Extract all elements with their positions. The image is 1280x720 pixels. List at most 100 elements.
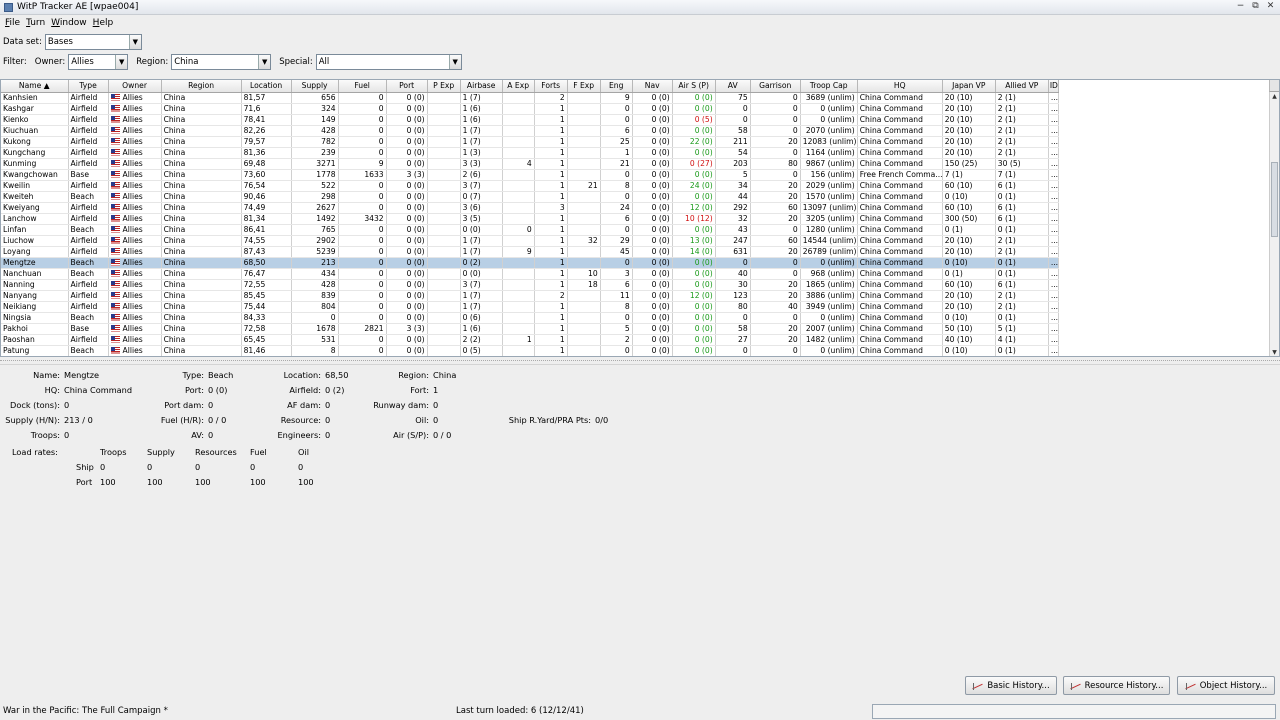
col-header-owner[interactable]: Owner — [108, 80, 162, 93]
col-header-forts[interactable]: Forts — [534, 80, 568, 93]
cell-port: 0 (0) — [386, 224, 428, 236]
col-header-port[interactable]: Port — [386, 80, 428, 93]
dataset-select[interactable]: Bases ▼ — [44, 34, 142, 50]
menu-file[interactable]: File — [5, 18, 20, 28]
col-header-nav[interactable]: Nav — [632, 80, 673, 93]
cell-type: Beach — [68, 356, 108, 357]
cell-a-exp — [502, 180, 535, 192]
table-row[interactable]: Pakhoi Base Allies China 72,58 1678 2821 3 (3) 1… — [1, 323, 1060, 335]
col-header-air-s[interactable]: Air S (P) — [672, 80, 716, 93]
cell-id: ... — [1048, 114, 1060, 126]
object-history-button[interactable]: Object History... — [1177, 676, 1275, 695]
region-select[interactable]: China ▼ — [171, 54, 272, 70]
cell-id: ... — [1048, 202, 1060, 214]
resource-history-button[interactable]: Resource History... — [1063, 676, 1170, 695]
cell-fuel: 0 — [338, 312, 387, 324]
basic-history-button[interactable]: Basic History... — [965, 676, 1057, 695]
table-row[interactable]: Lanchow Airfield Allies China 81,34 1492 3432 0… — [1, 213, 1060, 225]
table-row[interactable]: Paoshan Airfield Allies China 65,45 531 0 0 (0)… — [1, 334, 1060, 346]
cell-garrison: 20 — [750, 191, 801, 203]
scroll-thumb[interactable] — [1271, 162, 1278, 237]
cell-region: China — [161, 169, 242, 181]
col-header-garrison[interactable]: Garrison — [750, 80, 801, 93]
col-header-allied-vp[interactable]: Allied VP — [995, 80, 1049, 93]
menu-turn[interactable]: Turn — [26, 18, 45, 28]
table-row[interactable]: Kukong Airfield Allies China 79,57 782 0 0 (0) 1… — [1, 136, 1060, 148]
special-select[interactable]: All ▼ — [315, 54, 462, 70]
col-header-eng[interactable]: Eng — [600, 80, 633, 93]
chevron-down-icon[interactable]: ▼ — [115, 55, 128, 69]
table-row[interactable]: Nanning Airfield Allies China 72,55 428 0 0 (0)… — [1, 279, 1060, 291]
owner-text: Allies — [122, 202, 143, 212]
cell-hq: China Command — [857, 92, 943, 104]
cell-av: 58 — [715, 323, 751, 335]
cell-forts: 1 — [534, 125, 568, 137]
menu-window[interactable]: Window — [51, 18, 87, 28]
cell-hq: China Command — [857, 114, 943, 126]
col-header-type[interactable]: Type — [68, 80, 109, 93]
col-header-location[interactable]: Location — [241, 80, 292, 93]
table-row[interactable]: Kweiteh Beach Allies China 90,46 298 0 0 (0) 0 (… — [1, 191, 1060, 203]
chevron-down-icon[interactable]: ▼ — [448, 55, 461, 69]
col-header-fuel[interactable]: Fuel — [338, 80, 387, 93]
col-header-troop-cap[interactable]: Troop Cap — [800, 80, 858, 93]
table-row[interactable]: Ningsia Beach Allies China 84,33 0 0 0 (0) 0 (6)… — [1, 312, 1060, 324]
col-header-hq[interactable]: HQ — [857, 80, 943, 93]
col-header-av[interactable]: AV — [715, 80, 751, 93]
cell-troop-cap: 13097 (unlim) — [800, 202, 858, 214]
table-row[interactable]: Kashgar Airfield Allies China 71,6 324 0 0 (0) 1… — [1, 103, 1060, 115]
restore-icon[interactable]: ⧉ — [1250, 1, 1261, 12]
col-header-supply[interactable]: Supply — [291, 80, 339, 93]
col-header-id[interactable]: ID — [1048, 80, 1060, 93]
col-header-a-exp[interactable]: A Exp — [502, 80, 535, 93]
table-row[interactable]: Liuchow Airfield Allies China 74,55 2902 0 0 (0… — [1, 235, 1060, 247]
cell-fuel: 0 — [338, 235, 387, 247]
table-row[interactable]: Neikiang Airfield Allies China 75,44 804 0 0 (0… — [1, 301, 1060, 313]
chevron-down-icon[interactable]: ▼ — [258, 55, 271, 69]
owner-select[interactable]: Allies ▼ — [68, 54, 129, 70]
air-s-value: 0 (0) — [695, 357, 713, 358]
detail-hq-label: HQ: — [44, 385, 60, 395]
col-header-f-exp[interactable]: F Exp — [567, 80, 601, 93]
cell-name: Kanhsien — [1, 92, 69, 104]
table-row[interactable]: Patung Beach Allies China 81,46 8 0 0 (0) 0 (5) 1… — [1, 345, 1060, 356]
cell-id: ... — [1048, 180, 1060, 192]
table-row[interactable]: Nanyang Airfield Allies China 85,45 839 0 0 (0)… — [1, 290, 1060, 302]
us-flag-icon — [110, 203, 120, 211]
air-s-value: 24 (0) — [689, 180, 713, 190]
air-s-value: 0 (5) — [694, 114, 713, 124]
cell-owner: Allies — [108, 301, 162, 313]
table-row[interactable]: Mengtze Beach Allies China 68,50 213 0 0 (0) 0 (… — [1, 257, 1060, 269]
col-header-p-exp[interactable]: P Exp — [427, 80, 461, 93]
table-row[interactable]: Kweilin Airfield Allies China 76,54 522 0 0 (0)… — [1, 180, 1060, 192]
close-icon[interactable]: ✕ — [1265, 1, 1276, 12]
split-pane-divider[interactable] — [0, 360, 1280, 363]
owner-text: Allies — [122, 312, 143, 322]
minimize-icon[interactable]: − — [1235, 1, 1246, 12]
cell-fuel: 0 — [338, 301, 387, 313]
cell-location: 69,48 — [241, 158, 292, 170]
table-row[interactable]: Kunming Airfield Allies China 69,48 3271 9 0 (0… — [1, 158, 1060, 170]
cell-id: ... — [1048, 224, 1060, 236]
cell-port: 0 (0) — [386, 158, 428, 170]
table-row[interactable]: Kienko Airfield Allies China 78,41 149 0 0 (0) 1… — [1, 114, 1060, 126]
col-header-region[interactable]: Region — [161, 80, 242, 93]
scroll-down-icon[interactable]: ▼ — [1270, 348, 1279, 356]
table-row[interactable]: Loyang Airfield Allies China 87,43 5239 0 0 (0)… — [1, 246, 1060, 258]
menu-help[interactable]: Help — [93, 18, 114, 28]
table-row[interactable]: Kweiyang Airfield Allies China 74,49 2627 0 0 (… — [1, 202, 1060, 214]
table-row[interactable]: Kiuchuan Airfield Allies China 82,26 428 0 0 (0… — [1, 125, 1060, 137]
table-row[interactable]: Kungchang Airfield Allies China 81,36 239 0 0 (… — [1, 147, 1060, 159]
table-row[interactable]: Kanhsien Airfield Allies China 81,57 656 0 0 (0… — [1, 92, 1060, 104]
chevron-down-icon[interactable]: ▼ — [128, 35, 141, 49]
table-scrollbar[interactable]: ▲ ▼ — [1269, 92, 1279, 356]
cell-nav: 0 (0) — [632, 235, 673, 247]
table-row[interactable]: Linfan Beach Allies China 86,41 765 0 0 (0) 0 (0… — [1, 224, 1060, 236]
table-row[interactable]: PingsiangBeachAlliesChina82,54100 (0)0 (… — [1, 356, 1059, 357]
col-header-name[interactable]: Name ▲ — [1, 80, 69, 93]
col-header-japan-vp[interactable]: Japan VP — [942, 80, 996, 93]
table-row[interactable]: Nanchuan Beach Allies China 76,47 434 0 0 (0) 0 … — [1, 268, 1060, 280]
col-header-airbase[interactable]: Airbase — [460, 80, 503, 93]
table-row[interactable]: Kwangchowan Base Allies China 73,60 1778 1633 3… — [1, 169, 1060, 181]
scroll-up-icon[interactable]: ▲ — [1270, 92, 1279, 102]
